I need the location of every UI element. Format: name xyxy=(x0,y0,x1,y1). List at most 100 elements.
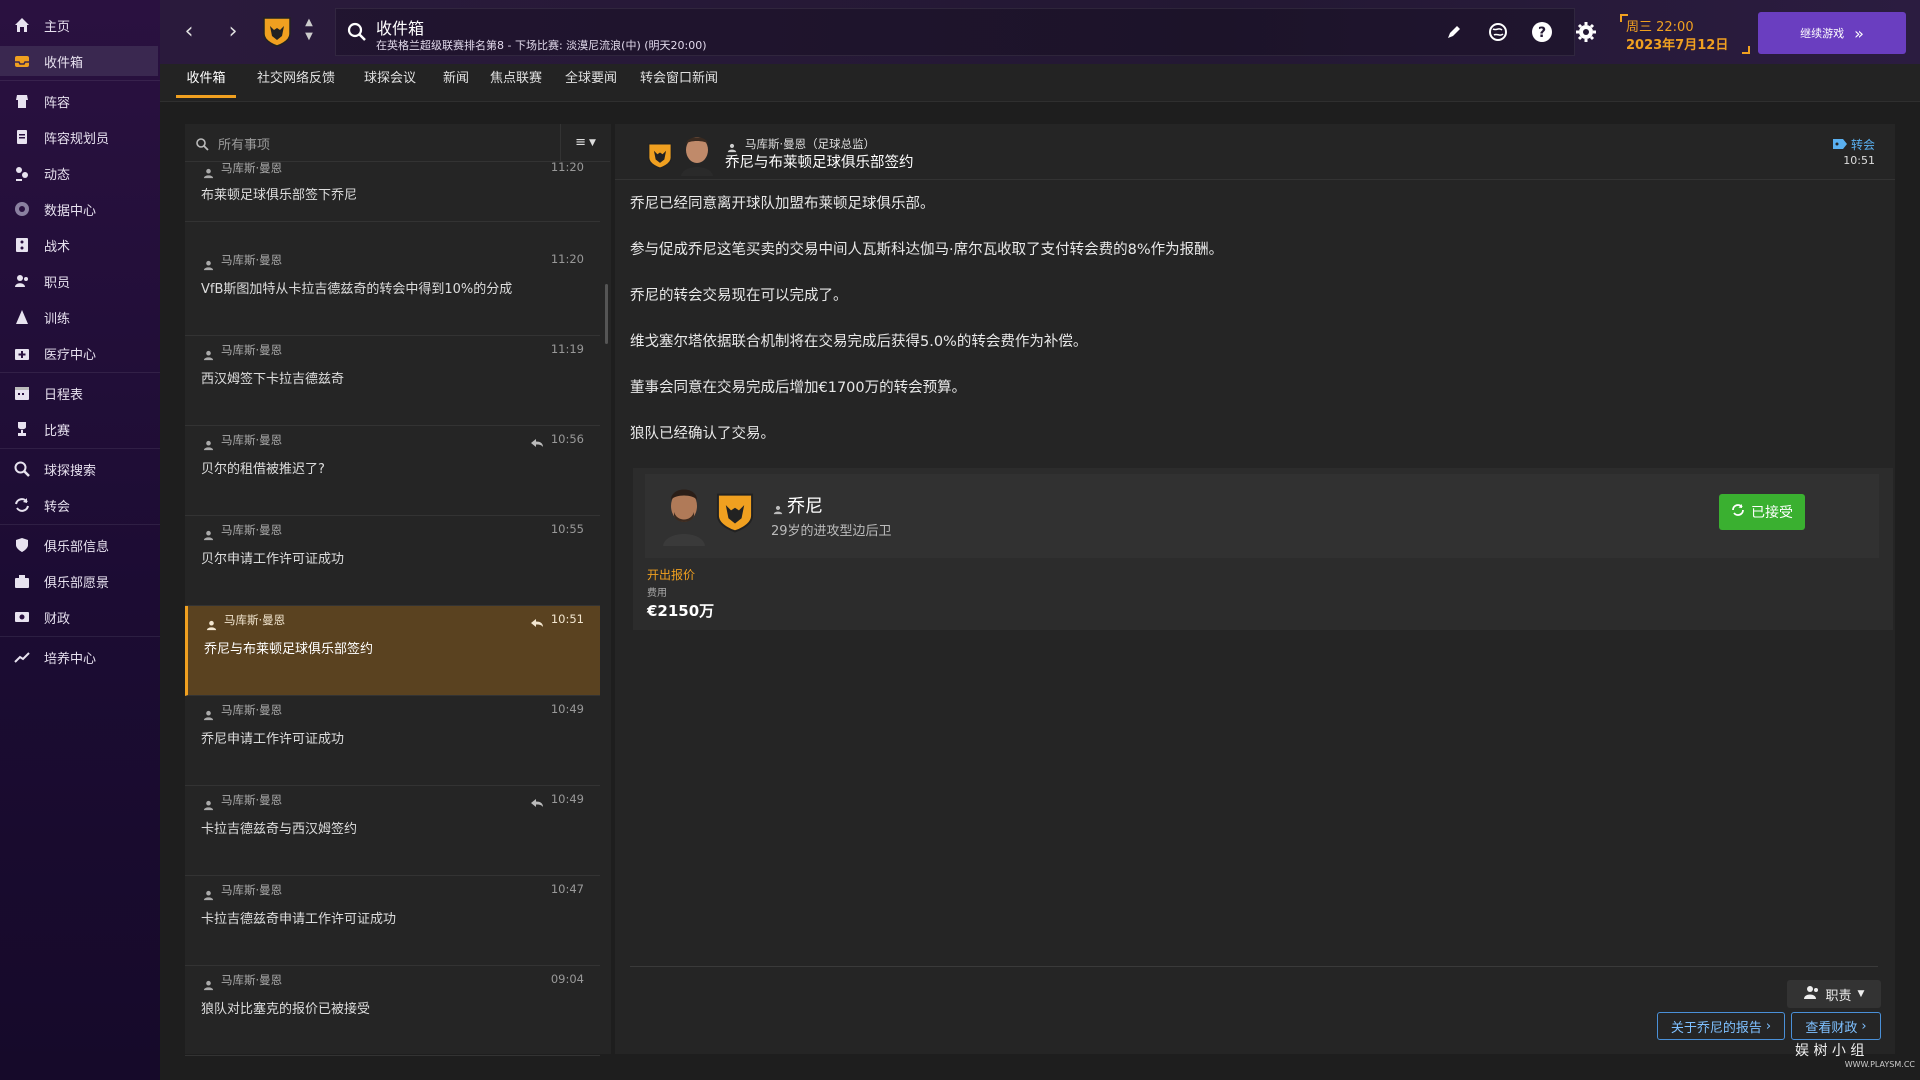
search-bar[interactable]: 收件箱 在英格兰超级联赛排名第8 - 下场比赛: 淡漠尼流浪(中) (明天20:… xyxy=(335,8,1575,56)
sidebar-item-scouting[interactable]: 球探搜索 xyxy=(0,454,158,484)
message-item[interactable]: 马库斯·曼恩 10:47 卡拉吉德兹奇申请工作许可证成功 xyxy=(185,876,600,966)
message-subject: 狼队对比塞克的报价已被接受 xyxy=(201,1002,371,1017)
squad-icon xyxy=(12,91,32,111)
sidebar: 主页 收件箱 阵容 阵容规划员 动态 数据中心 战术 职员 训练 医疗中心 日程… xyxy=(0,0,160,1080)
staff-icon xyxy=(12,271,32,291)
sidebar-item-inbox[interactable]: 收件箱 xyxy=(0,46,158,76)
reply-icon xyxy=(530,614,544,627)
calendar-icon xyxy=(12,383,32,403)
player-name[interactable]: 乔尼 xyxy=(787,492,823,518)
message-item[interactable]: 马库斯·曼恩 09:04 狼队对比塞克的报价已被接受 xyxy=(185,966,600,1056)
tab-world-news[interactable]: 全球要闻 xyxy=(558,64,624,98)
sidebar-item-club-info[interactable]: 俱乐部信息 xyxy=(0,530,158,560)
message-time: 10:49 xyxy=(550,702,584,716)
tab-inbox[interactable]: 收件箱 xyxy=(176,64,236,98)
message-item[interactable]: 马库斯·曼恩 10:56 贝尔的租借被推迟了? xyxy=(185,426,600,516)
player-report-button[interactable]: 关于乔尼的报告 › xyxy=(1657,1012,1785,1040)
list-search-input[interactable]: 所有事项 xyxy=(218,134,270,153)
inbox-icon xyxy=(12,51,32,71)
sidebar-item-data-hub[interactable]: 数据中心 xyxy=(0,194,158,224)
message-subject: VfB斯图加特从卡拉吉德兹奇的转会中得到10%的分成 xyxy=(201,282,513,297)
sidebar-item-home[interactable]: 主页 xyxy=(0,10,158,40)
sidebar-item-label: 战术 xyxy=(44,239,71,255)
sidebar-item-training[interactable]: 训练 xyxy=(0,302,158,332)
sidebar-item-label: 主页 xyxy=(44,19,71,35)
list-scrollbar[interactable] xyxy=(605,284,608,344)
message-sender: 马库斯·曼恩 xyxy=(221,793,283,807)
person-icon xyxy=(203,526,215,541)
sidebar-item-transfers[interactable]: 转会 xyxy=(0,490,158,520)
message-list-panel: 所有事项 ≡ ▼ 马库斯·曼恩 11:20 布莱顿足球俱乐部签下乔尼 马库斯·曼恩… xyxy=(185,124,611,1056)
chevron-down-icon: ▼ xyxy=(588,137,596,148)
player-summary[interactable]: 乔尼 29岁的进攻型边后卫 已接受 xyxy=(645,474,1879,558)
tab-social-feedback[interactable]: 社交网络反馈 xyxy=(248,64,344,98)
category-tag[interactable]: 转会 xyxy=(1832,136,1875,153)
sidebar-item-schedule[interactable]: 日程表 xyxy=(0,378,158,408)
player-card: 乔尼 29岁的进攻型边后卫 已接受 开出报价 费用 €2150万 xyxy=(633,468,1893,630)
message-time: 10:56 xyxy=(550,432,584,446)
tab-focus-league[interactable]: 焦点联赛 xyxy=(482,64,550,98)
message-time: 10:51 xyxy=(1843,154,1875,167)
message-sender: 马库斯·曼恩 xyxy=(221,253,283,267)
person-icon xyxy=(203,346,215,361)
tab-news[interactable]: 新闻 xyxy=(436,64,476,98)
sidebar-item-finances[interactable]: 财政 xyxy=(0,602,158,632)
sidebar-item-squad-planner[interactable]: 阵容规划员 xyxy=(0,122,158,152)
sidebar-item-tactics[interactable]: 战术 xyxy=(0,230,158,260)
club-switch-icon[interactable]: ▲ ▼ xyxy=(302,16,316,48)
message-subject: 西汉姆签下卡拉吉德兹奇 xyxy=(201,372,345,387)
sidebar-item-label: 俱乐部愿景 xyxy=(44,575,110,591)
reply-icon xyxy=(530,794,544,807)
person-icon xyxy=(203,976,215,991)
sidebar-item-dynamics[interactable]: 动态 xyxy=(0,158,158,188)
avatar xyxy=(677,132,717,176)
person-icon xyxy=(773,500,783,515)
continue-button[interactable]: 继续游戏 » xyxy=(1758,12,1906,54)
sidebar-item-squad[interactable]: 阵容 xyxy=(0,86,158,116)
list-filter-button[interactable]: ≡ ▼ xyxy=(560,124,610,162)
body-paragraph: 乔尼的转会交易现在可以完成了。 xyxy=(630,288,848,304)
message-sender: 马库斯·曼恩 xyxy=(221,161,283,175)
sidebar-item-development[interactable]: 培养中心 xyxy=(0,642,158,672)
club-crest-icon[interactable] xyxy=(262,16,292,48)
button-label: 查看财政 xyxy=(1805,1020,1858,1036)
staff-responsibility-dropdown[interactable]: 职责 ▼ xyxy=(1787,980,1881,1008)
sidebar-item-label: 收件箱 xyxy=(44,55,84,71)
message-sender: 马库斯·曼恩 xyxy=(221,433,283,447)
message-item[interactable]: 马库斯·曼恩 10:49 乔尼申请工作许可证成功 xyxy=(185,696,600,786)
sidebar-item-label: 培养中心 xyxy=(44,651,97,667)
sidebar-item-label: 训练 xyxy=(44,311,71,327)
tactics-icon xyxy=(12,235,32,255)
sidebar-item-label: 比赛 xyxy=(44,423,71,439)
message-item[interactable]: 马库斯·曼恩 11:19 西汉姆签下卡拉吉德兹奇 xyxy=(185,336,600,426)
forward-button[interactable]: › xyxy=(222,20,244,44)
list-search[interactable]: 所有事项 xyxy=(185,124,560,162)
tab-transfer-window-news[interactable]: 转会窗口新闻 xyxy=(632,64,726,98)
sidebar-item-staff[interactable]: 职员 xyxy=(0,266,158,296)
home-icon xyxy=(12,15,32,35)
sidebar-item-medical[interactable]: 医疗中心 xyxy=(0,338,158,368)
edit-icon[interactable] xyxy=(1442,20,1466,44)
button-label: 关于乔尼的报告 xyxy=(1670,1020,1762,1036)
watermark: 娱 树 小 组 WWW.PLAYSM.CC xyxy=(1795,1040,1915,1074)
help-icon[interactable]: ? xyxy=(1530,20,1554,44)
message-item-selected[interactable]: 马库斯·曼恩 10:51 乔尼与布莱顿足球俱乐部签约 xyxy=(185,606,600,696)
globe-icon[interactable] xyxy=(1486,20,1510,44)
message-item[interactable]: 马库斯·曼恩 10:49 卡拉吉德兹奇与西汉姆签约 xyxy=(185,786,600,876)
message-header: 马库斯·曼恩（足球总监） 乔尼与布莱顿足球俱乐部签约 转会 10:51 xyxy=(615,124,1895,180)
gear-icon[interactable] xyxy=(1574,20,1598,44)
sidebar-item-label: 数据中心 xyxy=(44,203,97,219)
sidebar-item-club-vision[interactable]: 俱乐部愿景 xyxy=(0,566,158,596)
trophy-icon xyxy=(12,419,32,439)
message-item[interactable]: 马库斯·曼恩 11:20 布莱顿足球俱乐部签下乔尼 xyxy=(185,160,600,222)
tab-scout-meeting[interactable]: 球探会议 xyxy=(352,64,428,98)
message-item[interactable]: 马库斯·曼恩 11:20 VfB斯图加特从卡拉吉德兹奇的转会中得到10%的分成 xyxy=(185,246,600,336)
message-item[interactable]: 马库斯·曼恩 10:55 贝尔申请工作许可证成功 xyxy=(185,516,600,606)
message-time: 10:49 xyxy=(550,792,584,806)
sidebar-item-competitions[interactable]: 比赛 xyxy=(0,414,158,444)
sidebar-item-label: 动态 xyxy=(44,167,71,183)
message-subject: 乔尼与布莱顿足球俱乐部签约 xyxy=(204,642,374,657)
view-finances-button[interactable]: 查看财政 › xyxy=(1791,1012,1881,1040)
message-from[interactable]: 马库斯·曼恩（足球总监） xyxy=(745,136,875,152)
back-button[interactable]: ‹ xyxy=(178,20,200,44)
